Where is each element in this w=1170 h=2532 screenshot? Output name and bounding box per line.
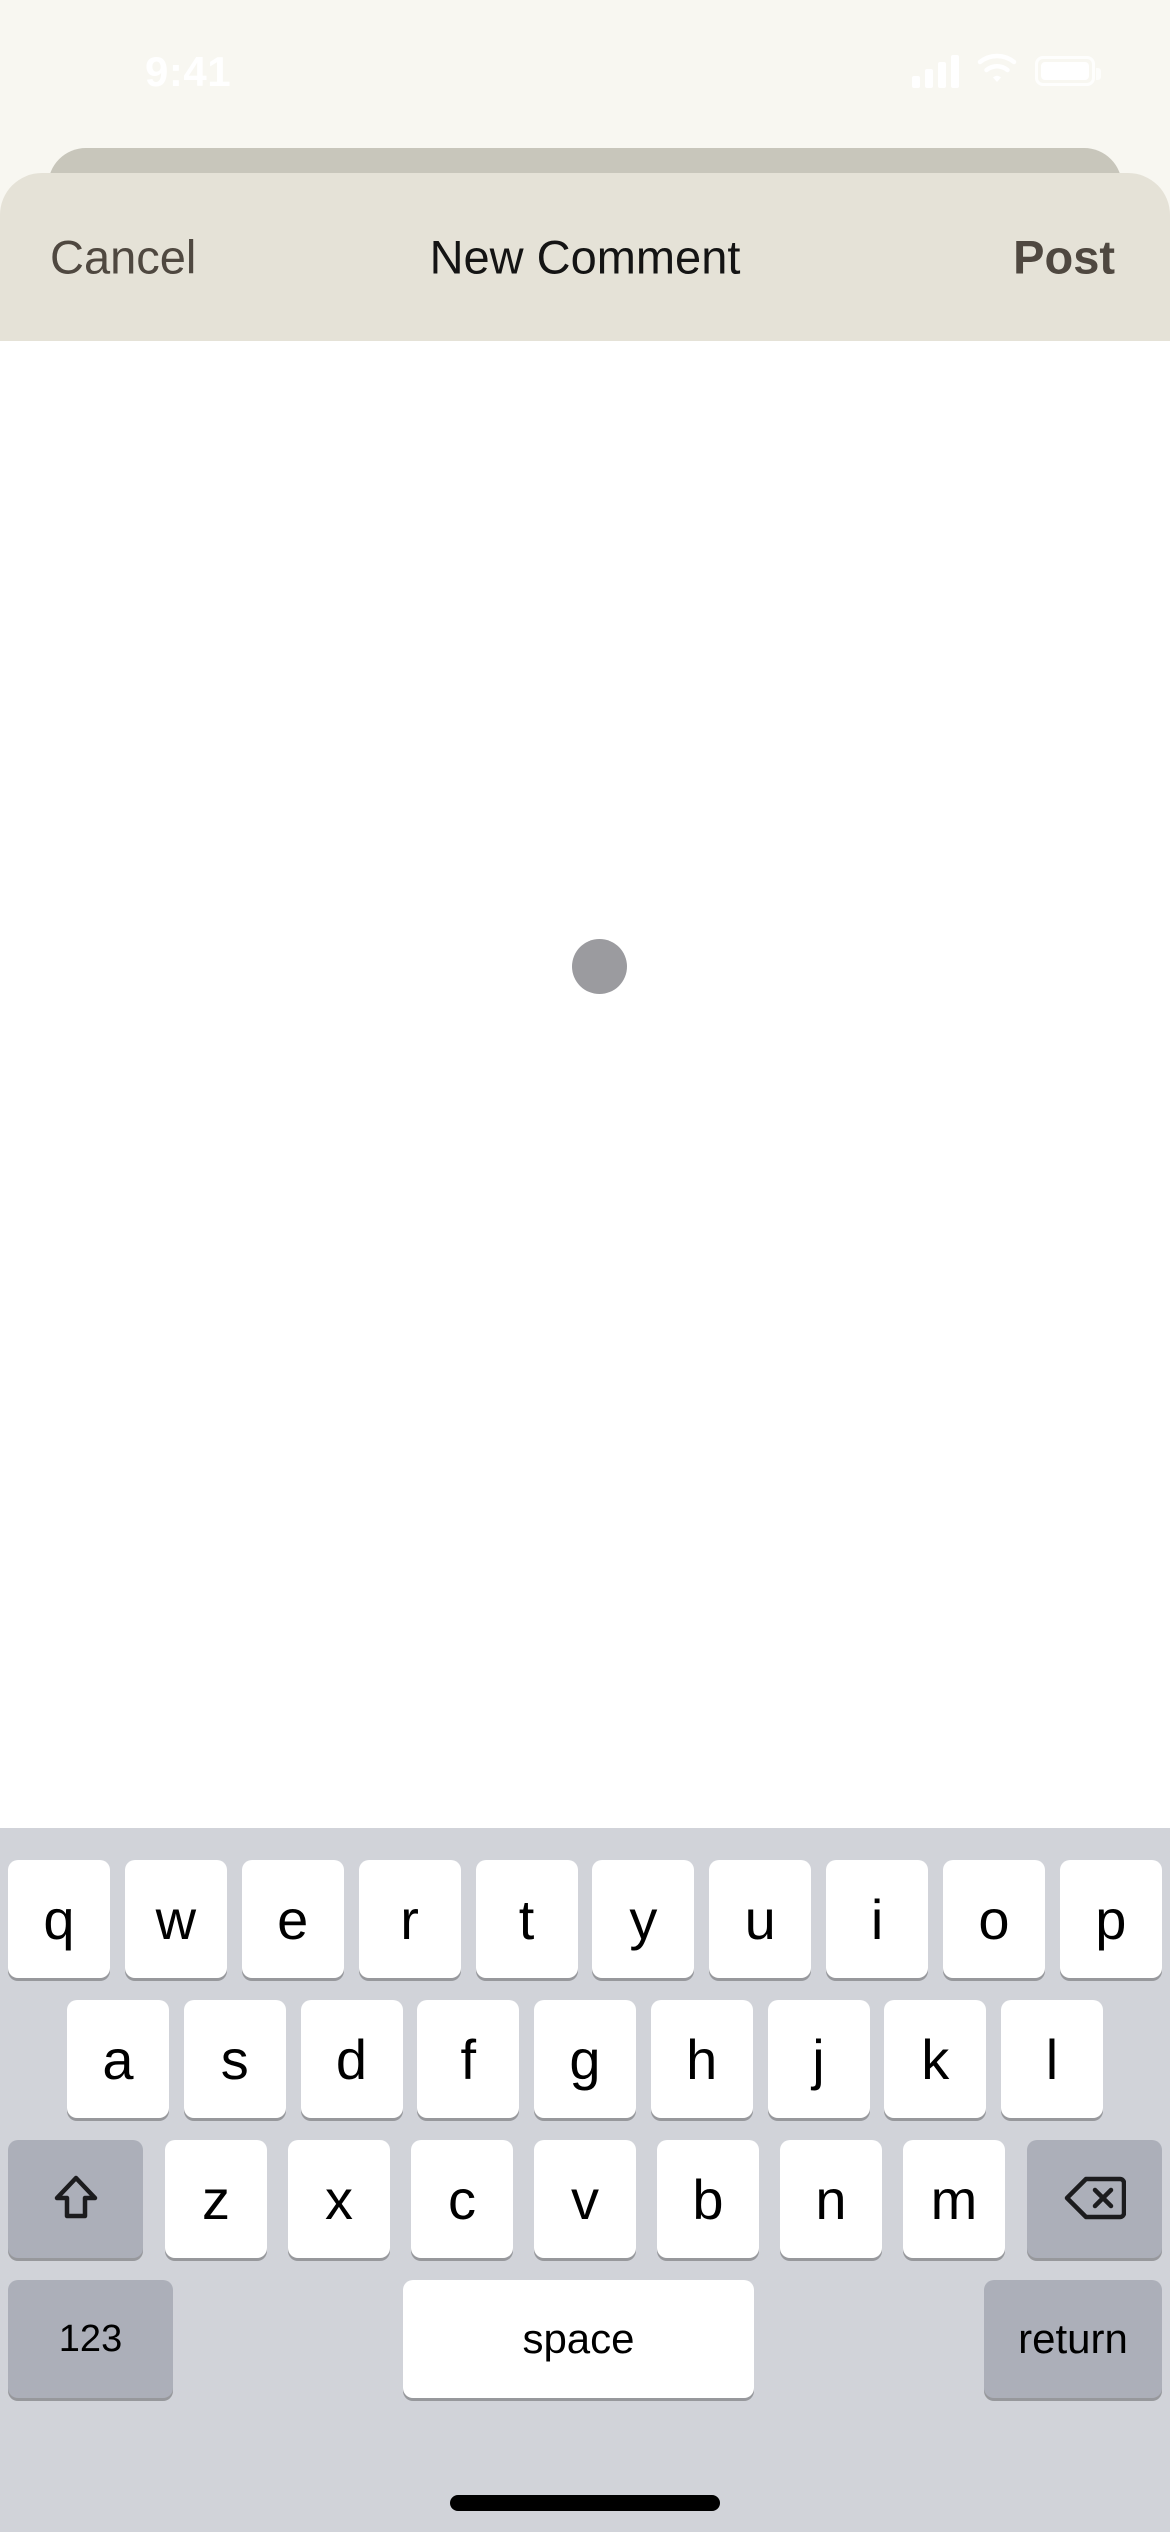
key-w[interactable]: w xyxy=(124,1860,227,1978)
key-e[interactable]: e xyxy=(241,1860,344,1978)
post-button[interactable]: Post xyxy=(1013,234,1115,281)
key-i[interactable]: i xyxy=(826,1860,929,1978)
key-u[interactable]: u xyxy=(709,1860,812,1978)
loading-spinner-dot xyxy=(572,939,627,994)
key-h[interactable]: h xyxy=(650,2000,753,2118)
key-j[interactable]: j xyxy=(767,2000,870,2118)
status-bar-icons xyxy=(912,52,1101,89)
key-q[interactable]: q xyxy=(8,1860,110,1978)
key-g[interactable]: g xyxy=(534,2000,636,2118)
shift-icon xyxy=(49,2171,103,2228)
on-screen-keyboard: q w e r t y u i o p a s d f g h j k l z … xyxy=(0,1828,1170,2532)
comment-compose-area[interactable] xyxy=(0,341,1170,1828)
iphone-screen: 9:41 Cancel New Comment Post q w e r t y… xyxy=(0,0,1170,2532)
shift-key[interactable] xyxy=(8,2140,143,2258)
key-d[interactable]: d xyxy=(300,2000,403,2118)
key-t[interactable]: t xyxy=(475,1860,578,1978)
return-key[interactable]: return xyxy=(984,2280,1162,2398)
backspace-icon xyxy=(1064,2174,1126,2225)
keyboard-row-1: q w e r t y u i o p xyxy=(0,1860,1170,1978)
key-f[interactable]: f xyxy=(417,2000,520,2118)
key-r[interactable]: r xyxy=(358,1860,461,1978)
key-s[interactable]: s xyxy=(183,2000,286,2118)
home-indicator[interactable] xyxy=(450,2495,720,2511)
status-bar-time: 9:41 xyxy=(145,48,232,95)
key-y[interactable]: y xyxy=(592,1860,695,1978)
key-o[interactable]: o xyxy=(943,1860,1045,1978)
backspace-key[interactable] xyxy=(1027,2140,1162,2258)
key-c[interactable]: c xyxy=(411,2140,513,2258)
key-b[interactable]: b xyxy=(657,2140,759,2258)
new-comment-modal-sheet: Cancel New Comment Post q w e r t y u i … xyxy=(0,173,1170,2532)
space-key[interactable]: space xyxy=(403,2280,754,2398)
key-v[interactable]: v xyxy=(534,2140,636,2258)
status-bar: 9:41 xyxy=(0,0,1170,105)
numbers-key[interactable]: 123 xyxy=(8,2280,173,2398)
keyboard-row-4: 123 space return xyxy=(0,2280,1170,2398)
page-title: New Comment xyxy=(429,230,741,284)
cellular-signal-icon xyxy=(912,54,959,88)
key-p[interactable]: p xyxy=(1059,1860,1162,1978)
key-n[interactable]: n xyxy=(780,2140,882,2258)
wifi-icon xyxy=(977,52,1017,89)
key-z[interactable]: z xyxy=(165,2140,267,2258)
modal-nav-bar: Cancel New Comment Post xyxy=(0,173,1170,341)
keyboard-row-3: z x c v b n m xyxy=(0,2140,1170,2258)
key-x[interactable]: x xyxy=(288,2140,390,2258)
keyboard-row-2: a s d f g h j k l xyxy=(0,2000,1170,2118)
key-l[interactable]: l xyxy=(1001,2000,1103,2118)
battery-icon xyxy=(1035,55,1101,86)
key-m[interactable]: m xyxy=(903,2140,1005,2258)
keyboard-row-3-letters: z x c v b n m xyxy=(165,2140,1005,2258)
key-a[interactable]: a xyxy=(67,2000,169,2118)
key-k[interactable]: k xyxy=(884,2000,987,2118)
